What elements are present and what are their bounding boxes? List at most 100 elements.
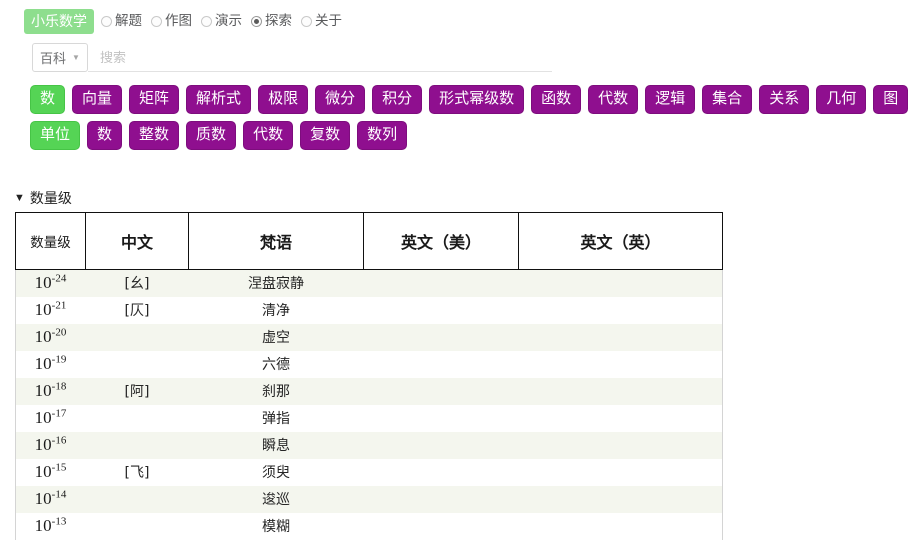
table-row: 10-15 [飞] 须臾 [15, 458, 723, 486]
cell-english-us [364, 432, 519, 459]
section-title-label: 数量级 [29, 190, 72, 206]
cell-sanskrit: 须臾 [262, 465, 290, 481]
tag-button[interactable]: 积分 [372, 85, 423, 114]
tag-button[interactable]: 形式幂级数 [429, 85, 525, 114]
cell-chinese [86, 486, 189, 513]
cell-sanskrit: 涅盘寂静 [248, 276, 304, 293]
table-column-header: 英文（美） [363, 212, 519, 270]
table-column-header: 中文 [85, 212, 189, 270]
table-header-row: 数量级 中文 梵语 英文（美） 英文（英） [15, 212, 723, 270]
cell-english-uk [518, 269, 723, 297]
search-scope-select[interactable]: 百科 ▼ [32, 43, 88, 72]
tag-button[interactable]: 数列 [357, 121, 408, 150]
section-header[interactable]: ▼ 数量级 [14, 188, 916, 208]
cell-english-uk [518, 404, 723, 432]
app-logo[interactable]: 小乐数学 [24, 9, 94, 34]
tag-button[interactable]: 代数 [588, 85, 639, 114]
nav-radio-2[interactable]: 演示 [201, 12, 242, 29]
tag-button[interactable]: 关系 [759, 85, 810, 114]
nav-radio-4[interactable]: 关于 [301, 14, 342, 29]
tag-button[interactable]: 矩阵 [129, 85, 180, 114]
radio-unchecked-icon[interactable] [301, 16, 312, 27]
radio-checked-icon[interactable] [251, 16, 262, 27]
nav-radio-label: 作图 [165, 12, 192, 29]
cell-chinese [86, 351, 189, 378]
table-container: 数量级 中文 梵语 英文（美） 英文（英） 10-24 [幺] 涅盘寂静 10-21 [仄] 清净… [0, 212, 916, 540]
nav-radio-1[interactable]: 作图 [151, 12, 192, 29]
cell-magnitude: 10-24 [15, 269, 86, 297]
tag-button[interactable]: 数 [30, 85, 66, 114]
tag-button[interactable]: 微分 [315, 85, 366, 114]
nav-radio-3[interactable]: 探索 [251, 12, 292, 29]
cell-english-us [364, 378, 519, 405]
triangle-down-icon[interactable]: ▼ [14, 192, 25, 204]
table-row: 10-14 逡巡 [15, 485, 723, 513]
cell-chinese [86, 513, 189, 540]
table-row: 10-16 瞬息 [15, 431, 723, 459]
tag-button[interactable]: 向量 [72, 85, 123, 114]
tag-button[interactable]: 逻辑 [645, 85, 696, 114]
nav-radio-label: 演示 [215, 12, 242, 29]
cell-chinese [86, 324, 189, 351]
cell-sanskrit: 逡巡 [262, 492, 290, 508]
tag-button[interactable]: 整数 [129, 121, 180, 150]
cell-english-us [364, 513, 519, 540]
cell-magnitude: 10-14 [15, 485, 86, 513]
cell-english-uk [518, 458, 723, 486]
radio-unchecked-icon[interactable] [201, 16, 212, 27]
cell-chinese: [飞] [124, 465, 150, 481]
table-row: 10-18 [阿] 刹那 [15, 377, 723, 405]
top-navigation-bar: 小乐数学 解题 作图 演示 探索 关于 [0, 0, 916, 34]
radio-unchecked-icon[interactable] [151, 16, 162, 27]
cell-magnitude: 10-19 [15, 350, 86, 378]
radio-unchecked-icon[interactable] [101, 16, 112, 27]
cell-english-uk [518, 323, 723, 351]
tag-button[interactable]: 质数 [186, 121, 237, 150]
cell-sanskrit: 六德 [262, 357, 290, 373]
tag-button[interactable]: 解析式 [186, 85, 252, 114]
tag-button[interactable]: 代数 [243, 121, 294, 150]
table-row: 10-13 模糊 [15, 512, 723, 540]
tag-button[interactable]: 函数 [531, 85, 582, 114]
cell-english-us [364, 324, 519, 351]
cell-sanskrit: 虚空 [262, 330, 290, 346]
chevron-down-icon: ▼ [72, 52, 80, 62]
table-row: 10-20 虚空 [15, 323, 723, 351]
nav-radio-label: 探索 [265, 12, 292, 29]
cell-english-us [364, 405, 519, 432]
tag-button[interactable]: 单位 [30, 121, 81, 150]
search-input[interactable] [87, 43, 552, 72]
cell-sanskrit: 清净 [262, 303, 290, 319]
cell-english-uk [518, 431, 723, 459]
cell-sanskrit: 刹那 [262, 384, 290, 400]
cell-magnitude: 10-21 [15, 296, 86, 324]
cell-sanskrit: 弹指 [262, 411, 290, 427]
cell-english-uk [518, 350, 723, 378]
cell-chinese: [阿] [124, 384, 150, 400]
tag-button[interactable]: 极限 [258, 85, 309, 114]
table-column-header: 数量级 [15, 212, 86, 270]
tag-button[interactable]: 图 [873, 85, 909, 114]
tag-button[interactable]: 集合 [702, 85, 753, 114]
tag-button[interactable]: 几何 [816, 85, 867, 114]
tag-button[interactable]: 复数 [300, 121, 351, 150]
cell-magnitude: 10-17 [15, 404, 86, 432]
cell-sanskrit: 模糊 [262, 519, 290, 535]
cell-magnitude: 10-18 [15, 377, 86, 405]
tag-button[interactable]: 数 [87, 121, 123, 150]
cell-magnitude: 10-20 [15, 323, 86, 351]
cell-magnitude: 10-16 [15, 431, 86, 459]
table-row: 10-19 六德 [15, 350, 723, 378]
cell-english-uk [518, 485, 723, 513]
tag-row-secondary: 单位数整数 质数 代数 复数 数列 [0, 121, 916, 150]
table-head: 数量级 中文 梵语 英文（美） 英文（英） [15, 212, 723, 270]
tag-row-primary: 数向量 矩阵 解析式 极限 微分 积分 形式幂级数 函数 代数 逻辑 集合 关系 几何图 [0, 85, 916, 114]
search-bar: 百科 ▼ [32, 43, 552, 72]
cell-english-us [364, 351, 519, 378]
nav-radio-group: 解题 作图 演示 探索 关于 [101, 12, 351, 29]
cell-chinese [86, 405, 189, 432]
table-column-header: 英文（英） [518, 212, 723, 270]
cell-english-us [364, 459, 519, 486]
cell-english-us [364, 486, 519, 513]
nav-radio-0[interactable]: 解题 [101, 14, 142, 29]
